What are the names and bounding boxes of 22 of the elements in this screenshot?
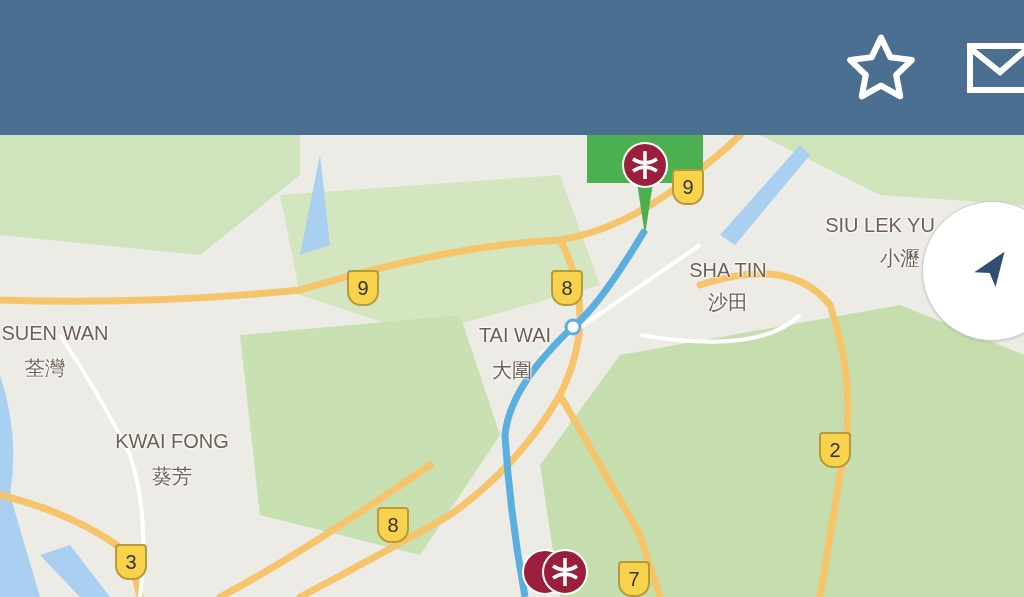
place-label: SUEN WAN bbox=[1, 323, 109, 343]
route-shield: 8 bbox=[377, 507, 409, 543]
place-label: 大圍 bbox=[492, 360, 532, 380]
route-shield: 2 bbox=[819, 432, 851, 468]
place-label: SIU LEK YU bbox=[825, 215, 935, 235]
place-label: 荃灣 bbox=[25, 358, 65, 378]
place-label: 小瀝 bbox=[880, 248, 920, 268]
station-markers-drawing[interactable] bbox=[521, 548, 589, 596]
route-shield: 3 bbox=[115, 544, 147, 580]
route-shield: 9 bbox=[672, 169, 704, 205]
mail-icon[interactable] bbox=[966, 41, 1024, 94]
place-label: 葵芳 bbox=[152, 466, 192, 486]
route-shield: 7 bbox=[618, 561, 650, 597]
route-shield: 8 bbox=[551, 270, 583, 306]
place-label: TAI WAI bbox=[478, 325, 552, 345]
route-waypoint bbox=[564, 318, 582, 336]
station-marker-icon[interactable] bbox=[621, 141, 669, 189]
map-area[interactable]: SIU LEK YU 小瀝 SHA TIN 沙田 TAI WAI 大圍 SUEN WAN 荃灣 KWAI FONG 葵芳 9 8 9 2 8 3 7 bbox=[0, 135, 1024, 597]
place-label: KWAI FONG bbox=[115, 431, 229, 451]
route-shield: 9 bbox=[347, 270, 379, 306]
place-label: 沙田 bbox=[708, 292, 748, 312]
place-label: SHA TIN bbox=[689, 260, 767, 280]
